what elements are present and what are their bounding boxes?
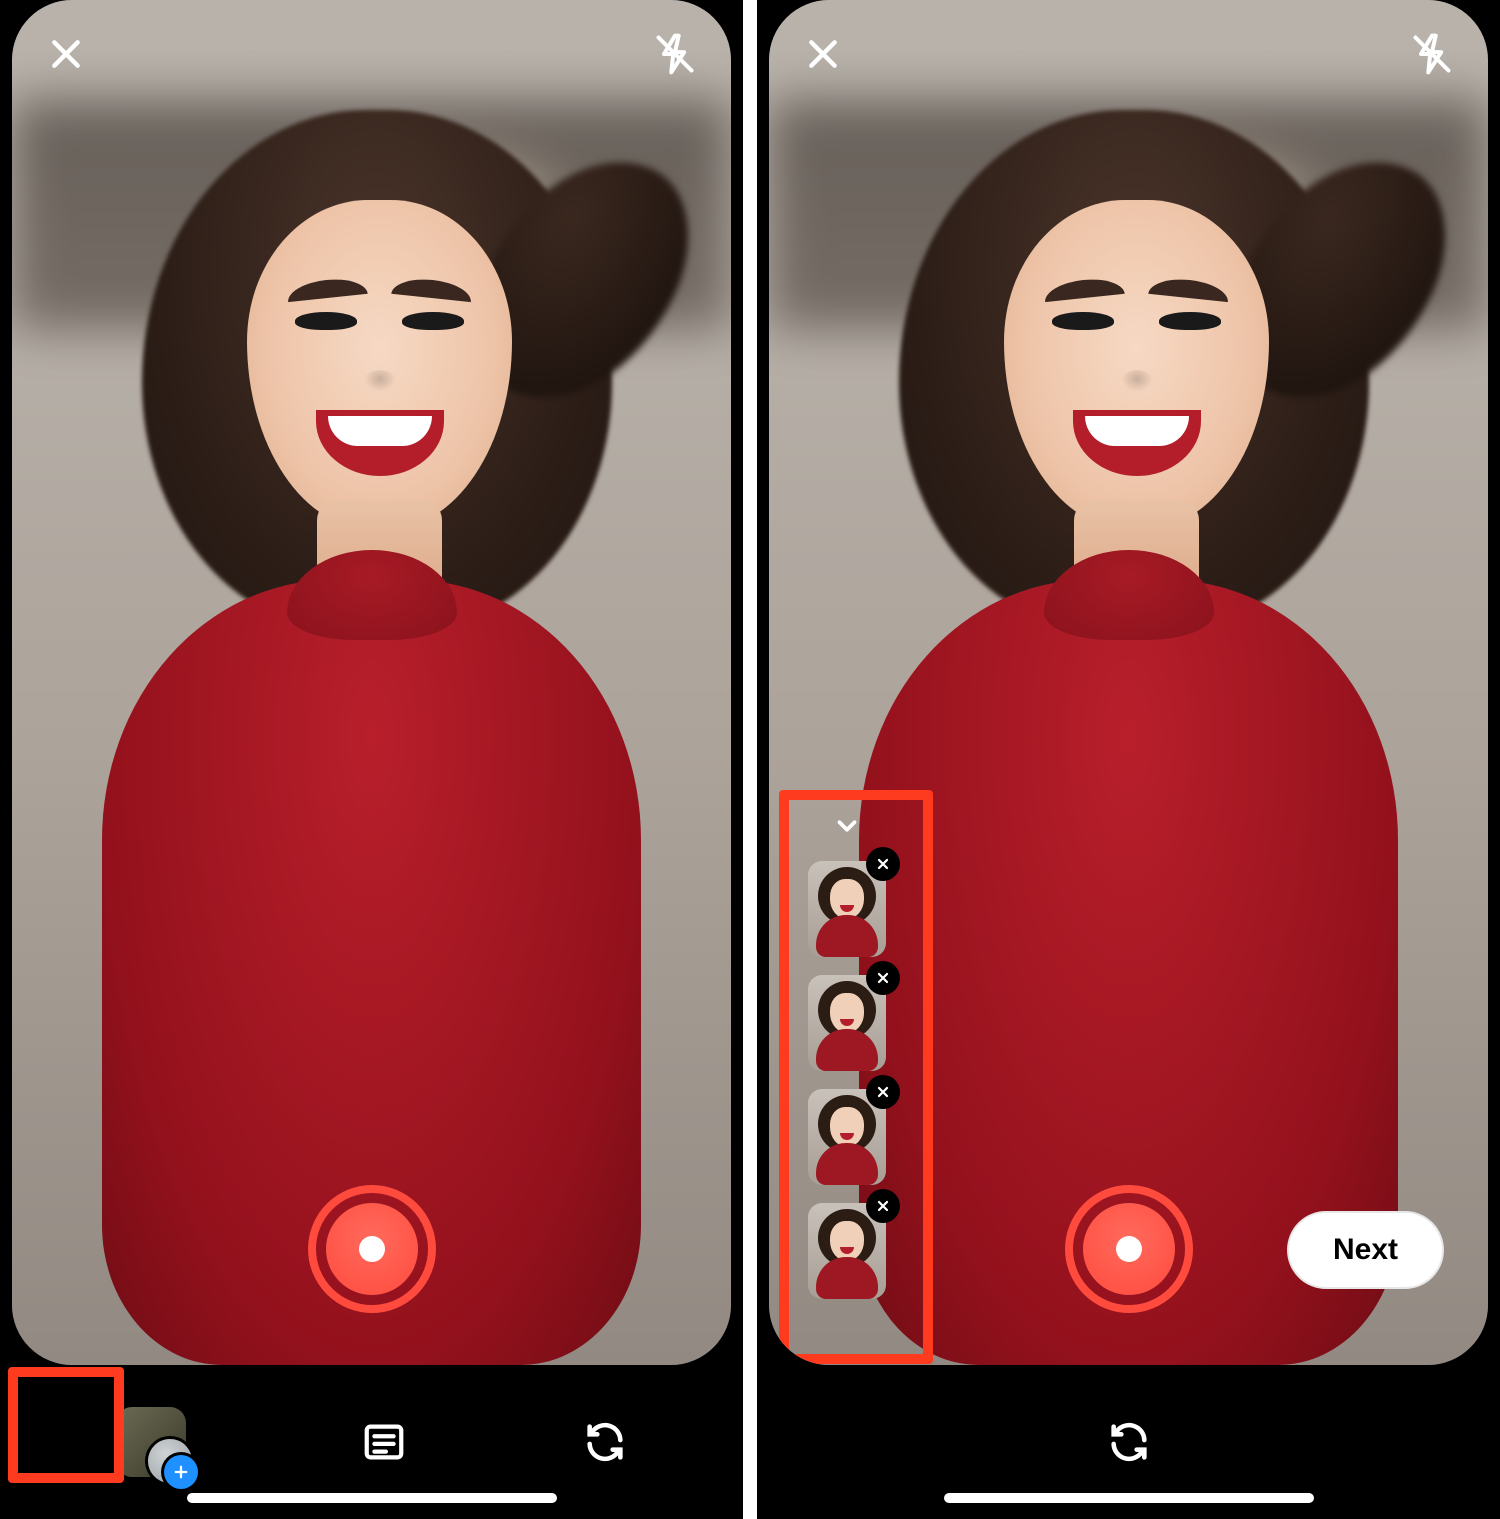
remove-icon[interactable]: [866, 1189, 900, 1223]
selected-thumb[interactable]: [808, 861, 886, 957]
remove-icon[interactable]: [866, 961, 900, 995]
gallery-add-icon[interactable]: [116, 1407, 186, 1477]
selected-thumb[interactable]: [808, 1203, 886, 1299]
remove-icon[interactable]: [866, 847, 900, 881]
close-icon[interactable]: [803, 34, 843, 74]
record-shutter[interactable]: [1065, 1185, 1193, 1313]
flash-off-icon[interactable]: [1410, 32, 1454, 76]
home-indicator: [187, 1493, 557, 1503]
selected-media-stack: [787, 797, 907, 1317]
story-camera-left: [0, 0, 743, 1519]
home-indicator: [944, 1493, 1314, 1503]
close-icon[interactable]: [46, 34, 86, 74]
next-button[interactable]: Next: [1287, 1211, 1444, 1289]
switch-camera-icon[interactable]: [1106, 1419, 1152, 1465]
camera-viewport: Next: [769, 0, 1488, 1365]
switch-camera-icon[interactable]: [582, 1419, 628, 1465]
story-camera-right: Next: [757, 0, 1500, 1519]
camera-viewport: [12, 0, 731, 1365]
selected-thumb[interactable]: [808, 975, 886, 1071]
chevron-down-icon[interactable]: [832, 811, 862, 841]
flash-off-icon[interactable]: [653, 32, 697, 76]
remove-icon[interactable]: [866, 1075, 900, 1109]
bottom-toolbar: [0, 1365, 743, 1519]
record-shutter[interactable]: [308, 1185, 436, 1313]
bottom-toolbar: [757, 1365, 1500, 1519]
text-card-icon[interactable]: [361, 1419, 407, 1465]
selected-thumb[interactable]: [808, 1089, 886, 1185]
